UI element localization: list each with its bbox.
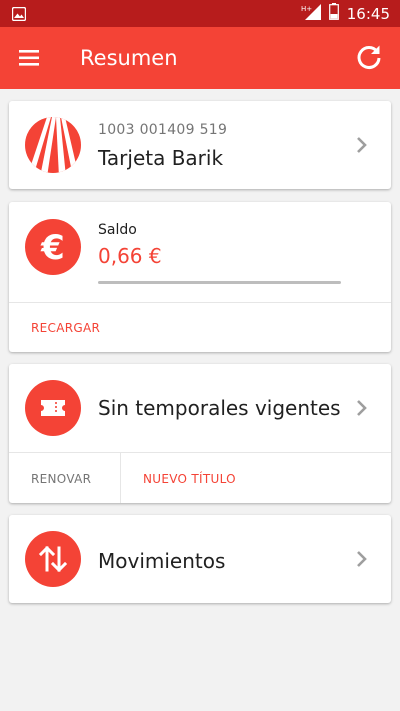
refresh-icon [357,45,381,70]
chevron-right-icon [357,551,367,567]
battery-icon [328,3,339,24]
status-time: 16:45 [346,4,390,23]
chevron-right-icon[interactable] [355,398,369,418]
page-title: Resumen [80,46,178,70]
status-bar: H+ 16:45 [0,0,400,27]
signal-icon: H+ [301,3,321,24]
passes-card: Sin temporales vigentes RENOVAR NUEVO TÍ… [9,364,391,503]
hamburger-menu-icon [19,50,39,66]
balance-amount: 0,66 € [98,244,162,268]
swap-vertical-icon [25,531,81,587]
chevron-right-icon [357,137,367,153]
movements-item[interactable]: Movimientos [9,515,391,603]
new-ticket-button[interactable]: NUEVO TÍTULO [143,472,236,486]
recharge-button[interactable]: RECARGAR [31,321,100,335]
card-name: Tarjeta Barik [98,146,224,170]
image-notification-icon [11,6,27,25]
refresh-button[interactable] [354,42,384,72]
movements-title: Movimientos [98,549,226,573]
balance-label: Saldo [98,222,137,238]
menu-button[interactable] [14,43,48,73]
ticket-icon [25,380,81,436]
vertical-divider [120,453,121,503]
divider [9,452,391,453]
barik-logo-icon [25,117,81,173]
balance-card: € Saldo 0,66 € RECARGAR [9,202,391,352]
passes-title[interactable]: Sin temporales vigentes [98,396,341,420]
divider [9,302,391,303]
svg-text:€: € [40,228,65,268]
card-number: 1003 001409 519 [98,122,228,138]
network-type: H+ [301,5,312,13]
balance-progress-bar [98,281,341,284]
app-bar: Resumen [0,27,400,89]
transit-card-item[interactable]: 1003 001409 519 Tarjeta Barik [9,101,391,189]
euro-icon: € [25,219,81,275]
renew-button[interactable]: RENOVAR [31,472,91,486]
